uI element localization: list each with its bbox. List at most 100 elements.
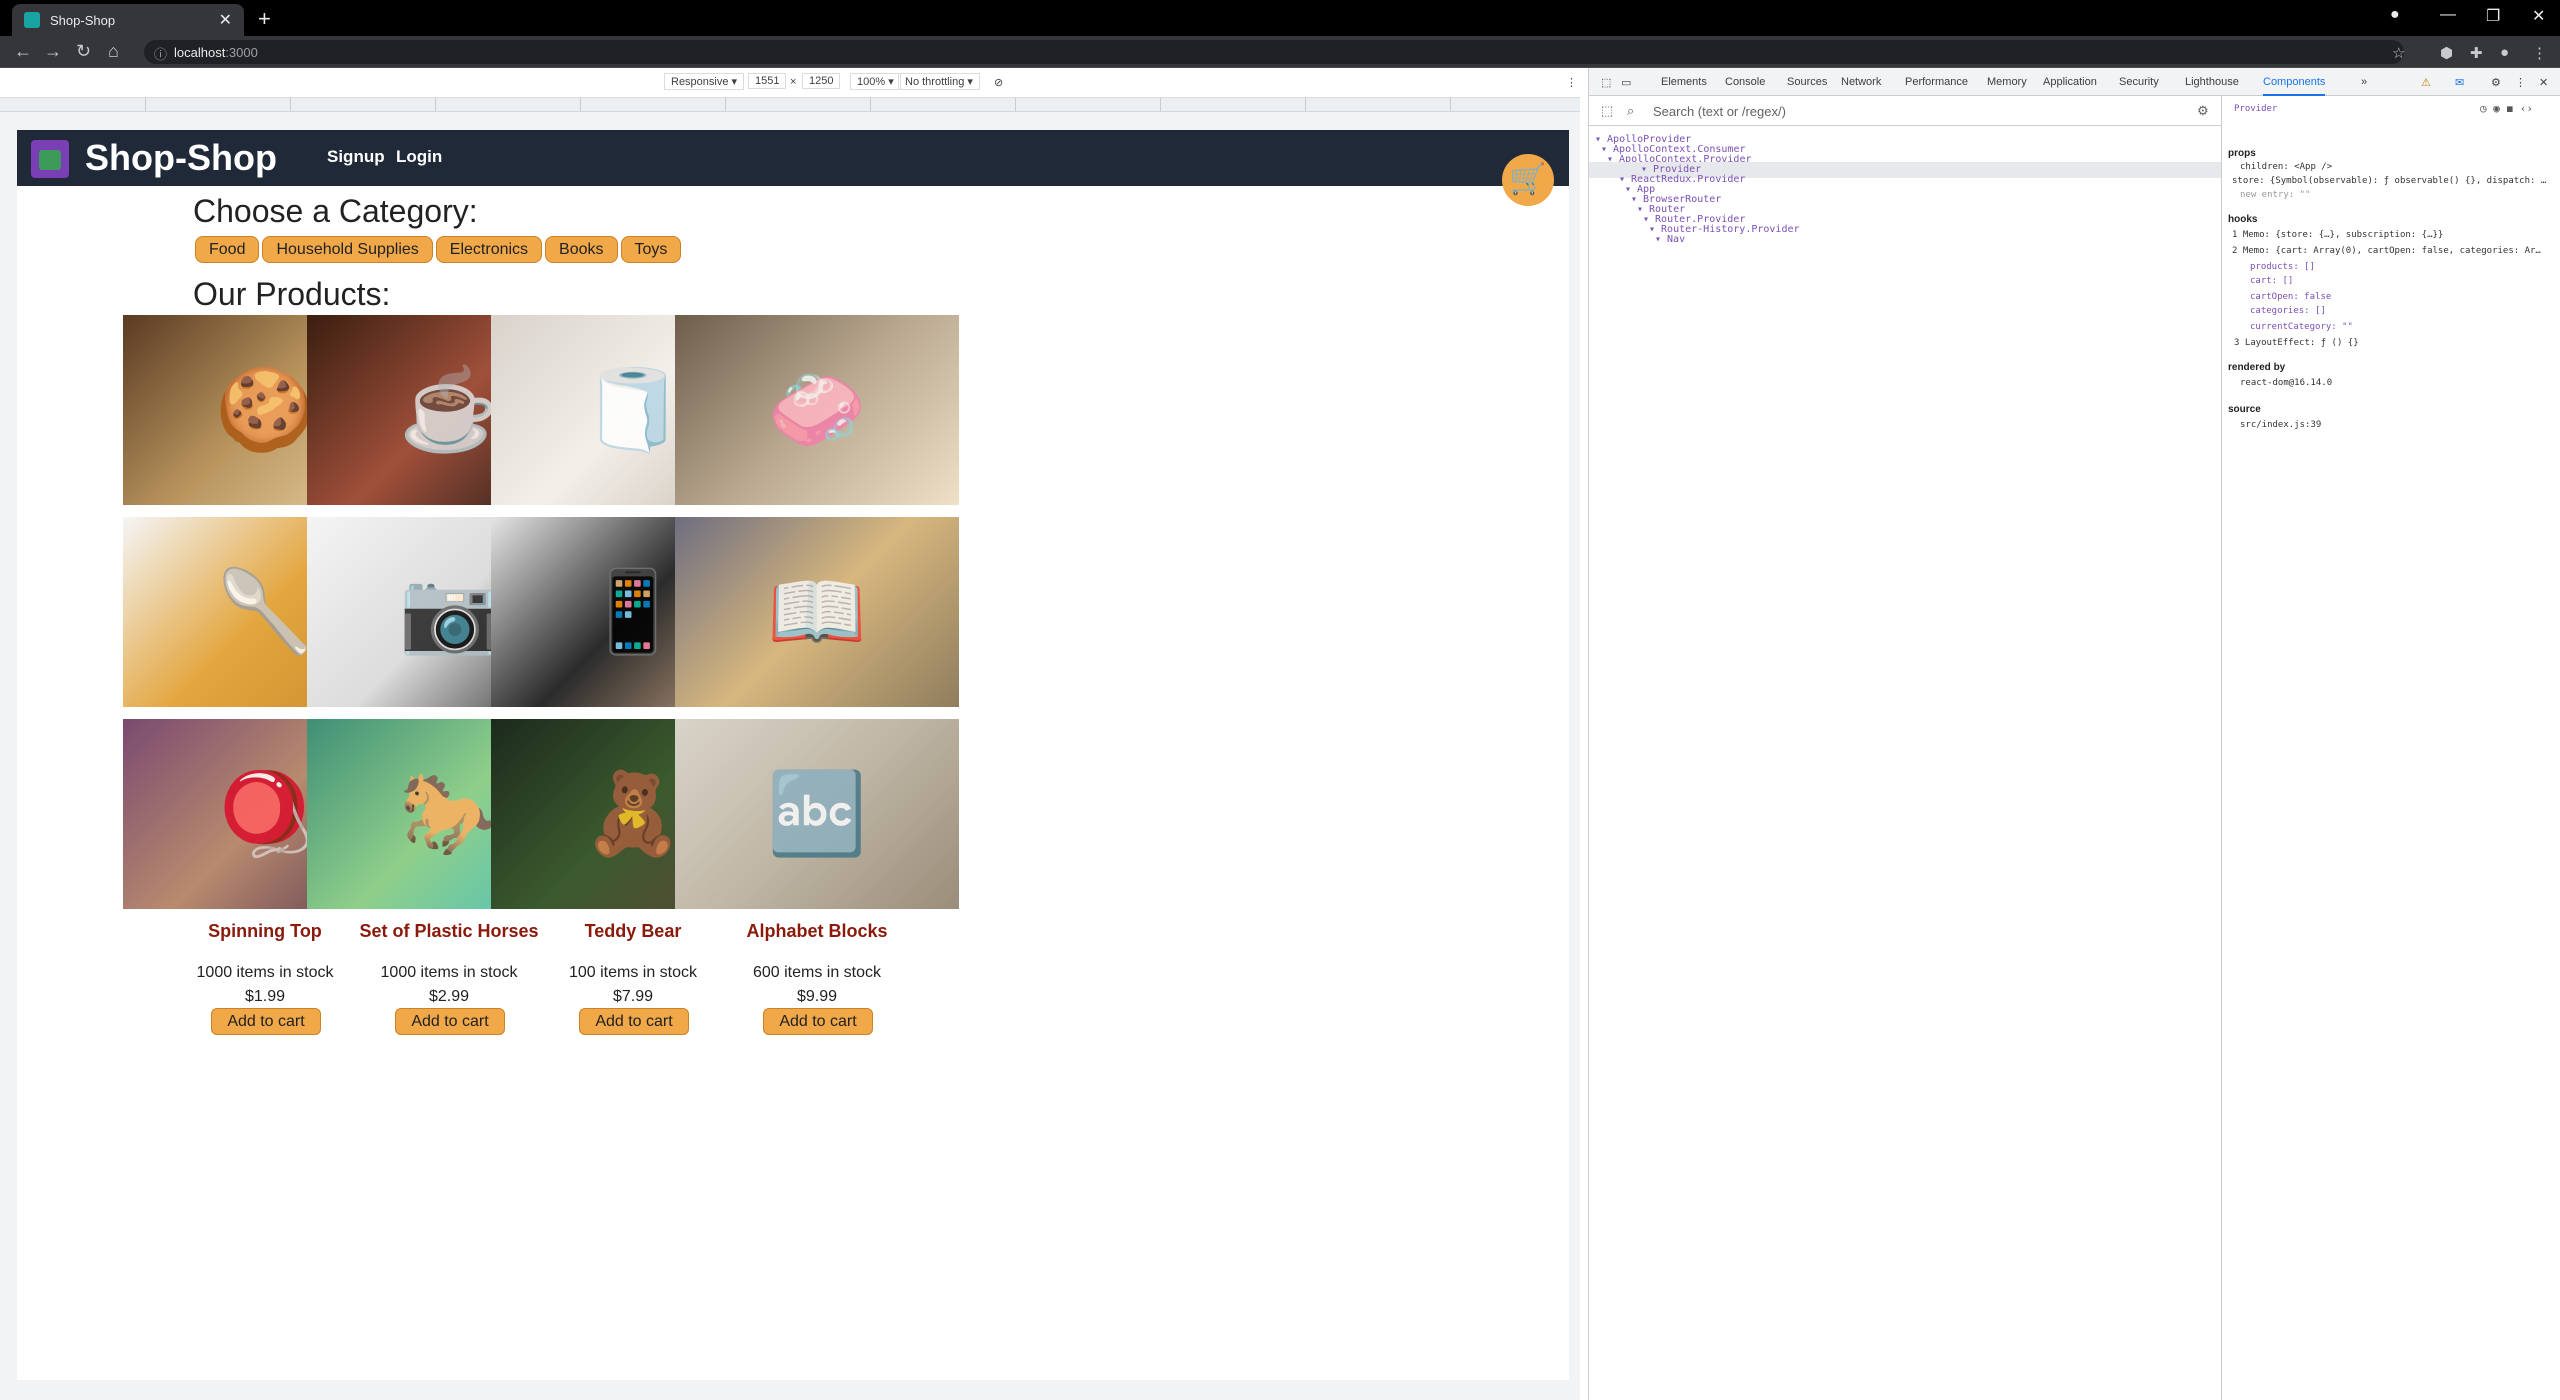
signup-link[interactable]: Signup	[327, 147, 385, 167]
hook-line[interactable]: currentCategory: ""	[2250, 322, 2353, 332]
category-heading: Choose a Category:	[193, 193, 478, 229]
tab-sources[interactable]: Sources	[1787, 76, 1827, 88]
home-icon[interactable]: ⌂	[108, 41, 119, 62]
prop-line[interactable]: store: {Symbol(observable): ƒ observable…	[2232, 176, 2546, 186]
site-header: Shop-Shop Signup Login	[17, 130, 1569, 186]
search-input[interactable]: Search (text or /regex/)	[1653, 104, 1786, 119]
tab-components[interactable]: Components	[2263, 76, 2326, 96]
app-page: Shop-Shop Signup Login 🛒 Choose a Catego…	[17, 130, 1569, 1380]
responsive-dropdown[interactable]: Responsive ▾	[664, 73, 745, 90]
component-search[interactable]: ⬚ ⌕ Search (text or /regex/) ⚙	[1589, 96, 2221, 126]
device-toggle-icon[interactable]: ▭	[1621, 76, 1631, 89]
avatar[interactable]: ●	[2500, 44, 2509, 61]
minimize-icon[interactable]: —	[2440, 6, 2456, 24]
product-image[interactable]: 🔤	[675, 719, 959, 909]
source-title: source	[2228, 404, 2261, 415]
hooks-title: hooks	[2228, 214, 2258, 225]
throttling-dropdown[interactable]: No throttling ▾	[898, 73, 980, 90]
inspector-action-icons[interactable]: ◷ ◉ ◼ ‹›	[2480, 102, 2533, 115]
tab-security[interactable]: Security	[2119, 76, 2159, 88]
tree-settings-icon[interactable]: ⚙	[2197, 103, 2209, 119]
category-electronics-button[interactable]: Electronics	[435, 236, 543, 263]
add-to-cart-button[interactable]: Add to cart	[395, 1008, 505, 1035]
soap-photo: 🧼	[767, 365, 867, 454]
bookmark-star-icon[interactable]: ☆	[2392, 44, 2405, 62]
browser-tab-strip: Shop-Shop ✕ + ● — ❐ ✕	[0, 0, 2560, 36]
prop-line[interactable]: new entry: ""	[2240, 190, 2310, 200]
forward-icon[interactable]: →	[44, 41, 62, 62]
tab-memory[interactable]: Memory	[1987, 76, 2027, 88]
add-to-cart-button[interactable]: Add to cart	[211, 1008, 321, 1035]
extension-icon[interactable]: ⬢	[2440, 44, 2453, 62]
product-image[interactable]: 📖	[675, 517, 959, 707]
hook-line[interactable]: categories: []	[2250, 306, 2326, 316]
hook-line[interactable]: 3 LayoutEffect: ƒ () {}	[2234, 338, 2359, 348]
hook-line[interactable]: cartOpen: false	[2250, 292, 2331, 302]
prop-line[interactable]: children: <App />	[2240, 162, 2332, 172]
site-info-icon[interactable]: ⓘ	[154, 44, 167, 63]
brand-title[interactable]: Shop-Shop	[85, 137, 277, 179]
shopping-bag-logo-icon[interactable]	[31, 140, 69, 178]
tab-lighthouse[interactable]: Lighthouse	[2185, 76, 2239, 88]
component-tree: ▾ ApolloProvider ▾ ApolloContext.Consumer…	[1589, 128, 2221, 1400]
tab-title: Shop-Shop	[50, 13, 116, 28]
product-name[interactable]: Alphabet Blocks	[675, 921, 959, 942]
category-household-button[interactable]: Household Supplies	[262, 236, 433, 263]
blocks-photo: 🔤	[767, 769, 867, 858]
hook-line[interactable]: cart: []	[2250, 276, 2293, 286]
devtools-panel: ⬚ ▭ Elements Console Sources Network Per…	[1588, 68, 2560, 1400]
hook-line[interactable]: 2 Memo: {cart: Array(0), cartOpen: false…	[2232, 246, 2541, 256]
tab-application[interactable]: Application	[2043, 76, 2097, 88]
rotate-icon[interactable]: ⊘	[994, 76, 1003, 89]
more-tabs-icon[interactable]: »	[2361, 76, 2367, 88]
product-card: 🔤 Alphabet Blocks 600 items in stock $9.99 A…	[675, 719, 959, 1049]
device-toolbar: Responsive ▾ 1551 × 1250 100% ▾ No throt…	[0, 70, 1580, 98]
category-toys-button[interactable]: Toys	[620, 236, 682, 263]
profile-dot-icon[interactable]: ●	[2390, 6, 2400, 24]
tree-node[interactable]: ▾ Nav	[1655, 232, 1685, 248]
reload-icon[interactable]: ↻	[76, 41, 91, 62]
category-books-button[interactable]: Books	[545, 236, 618, 263]
add-to-cart-button[interactable]: Add to cart	[763, 1008, 873, 1035]
media-query-ruler	[0, 98, 1580, 112]
devtools-tab-bar: ⬚ ▭ Elements Console Sources Network Per…	[1589, 68, 2560, 96]
issues-badge[interactable]: ✉	[2455, 76, 2464, 89]
inspect-icon[interactable]: ⬚	[1601, 76, 1611, 89]
tab-console[interactable]: Console	[1725, 76, 1765, 88]
devtools-menu-icon[interactable]: ⋮	[2515, 76, 2526, 89]
add-to-cart-button[interactable]: Add to cart	[579, 1008, 689, 1035]
puzzle-extensions-icon[interactable]: ✚	[2470, 44, 2483, 62]
tab-elements[interactable]: Elements	[1661, 76, 1707, 88]
viewport-height-input[interactable]: 1250	[802, 73, 841, 89]
source-value[interactable]: src/index.js:39	[2240, 420, 2321, 430]
login-link[interactable]: Login	[396, 147, 442, 167]
viewport-width-input[interactable]: 1551	[748, 73, 787, 89]
tab-network[interactable]: Network	[1841, 76, 1881, 88]
rendered-by-value[interactable]: react-dom@16.14.0	[2240, 378, 2332, 388]
product-image[interactable]: 🧼	[675, 315, 959, 505]
cart-icon[interactable]: 🛒	[1502, 154, 1554, 206]
hook-line[interactable]: 1 Memo: {store: {…}, subscription: {…}}	[2232, 230, 2443, 240]
close-tab-icon[interactable]: ✕	[219, 10, 232, 30]
browser-tab[interactable]: Shop-Shop ✕	[12, 4, 244, 36]
shop-favicon-icon	[24, 12, 40, 28]
hook-line[interactable]: products: []	[2250, 262, 2315, 272]
new-tab-icon[interactable]: +	[258, 6, 271, 32]
browser-menu-icon[interactable]: ⋮	[2532, 44, 2547, 62]
category-food-button[interactable]: Food	[195, 236, 260, 263]
settings-gear-icon[interactable]: ⚙	[2491, 76, 2501, 89]
zoom-dropdown[interactable]: 100% ▾	[850, 73, 901, 90]
close-window-icon[interactable]: ✕	[2532, 6, 2545, 26]
url-host: localhost	[174, 45, 226, 60]
component-inspector: Provider ◷ ◉ ◼ ‹› props children: <App /…	[2221, 96, 2560, 1400]
address-bar[interactable]: ⓘ localhost:3000	[144, 40, 2404, 64]
product-price: $9.99	[796, 988, 838, 1005]
device-more-icon[interactable]: ⋮	[1566, 76, 1577, 89]
restore-icon[interactable]: ❐	[2486, 6, 2500, 26]
close-devtools-icon[interactable]: ✕	[2539, 76, 2548, 89]
warnings-badge[interactable]: ⚠	[2421, 76, 2431, 89]
tab-performance[interactable]: Performance	[1905, 76, 1968, 88]
url-port: :3000	[225, 45, 258, 60]
back-icon[interactable]: ←	[14, 41, 32, 62]
select-element-icon[interactable]: ⬚	[1601, 103, 1613, 119]
